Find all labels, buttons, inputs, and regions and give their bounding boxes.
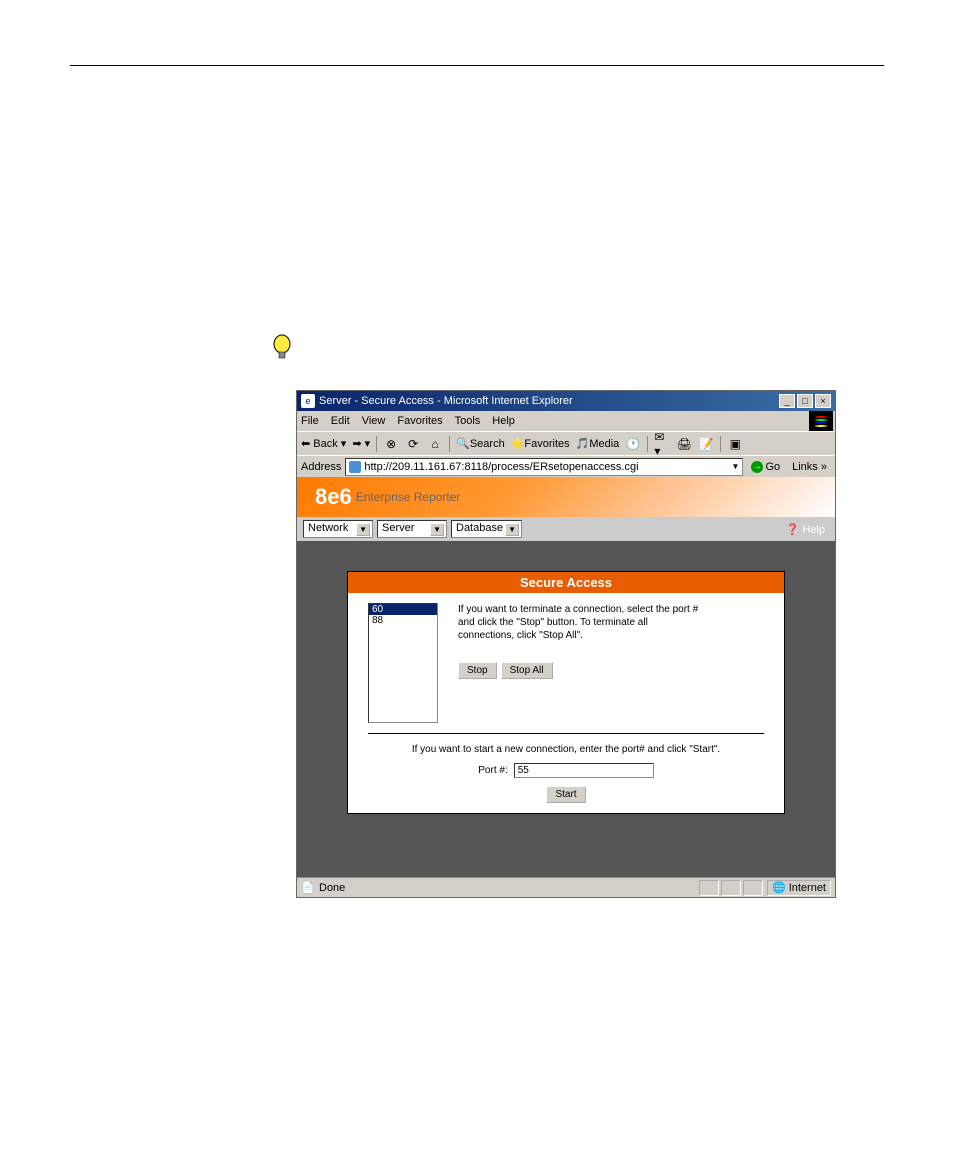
help-link[interactable]: ❓ Help <box>786 523 825 536</box>
secure-access-panel: Secure Access 60 88 If you want to termi… <box>347 571 785 814</box>
search-button[interactable]: 🔍Search <box>456 437 505 450</box>
content-area: 8e6 Enterprise Reporter Network Server D… <box>297 477 835 877</box>
database-dropdown[interactable]: Database <box>451 520 522 538</box>
back-button[interactable]: ⬅ Back ▾ <box>301 437 346 450</box>
start-button[interactable]: Start <box>546 786 585 803</box>
edit-icon[interactable]: 📝 <box>698 436 714 452</box>
menu-favorites[interactable]: Favorites <box>397 415 442 427</box>
tip-lightbulb-icon <box>270 334 294 362</box>
print-icon[interactable]: 🖨 <box>676 436 692 452</box>
close-button[interactable]: × <box>815 394 831 408</box>
logo: 8e6 <box>315 484 352 510</box>
panel-title: Secure Access <box>348 572 784 593</box>
stop-all-button[interactable]: Stop All <box>501 662 553 679</box>
menu-view[interactable]: View <box>362 415 386 427</box>
maximize-button[interactable]: □ <box>797 394 813 408</box>
zone-indicator: 🌐 Internet <box>767 880 831 896</box>
list-item[interactable]: 88 <box>369 615 437 626</box>
home-icon[interactable]: ⌂ <box>427 436 443 452</box>
refresh-icon[interactable]: ⟳ <box>405 436 421 452</box>
header-banner: 8e6 Enterprise Reporter <box>297 477 835 517</box>
logo-subtitle: Enterprise Reporter <box>356 490 461 504</box>
history-icon[interactable]: 🕐 <box>625 436 641 452</box>
address-label: Address <box>301 461 341 473</box>
panel-instructions: If you want to terminate a connection, s… <box>458 603 764 679</box>
page-icon <box>349 461 361 473</box>
discuss-icon[interactable]: ▣ <box>727 436 743 452</box>
menu-tools[interactable]: Tools <box>455 415 481 427</box>
port-label: Port #: <box>478 765 507 776</box>
address-bar: Address http://209.11.161.67:8118/proces… <box>297 455 835 477</box>
favorites-button[interactable]: ⭐Favorites <box>511 437 570 450</box>
menu-bar: File Edit View Favorites Tools Help <box>297 411 835 431</box>
forward-button[interactable]: ➡ ▾ <box>352 437 370 450</box>
menu-edit[interactable]: Edit <box>331 415 350 427</box>
links-button[interactable]: Links » <box>788 461 831 473</box>
title-bar: e Server - Secure Access - Microsoft Int… <box>297 391 835 411</box>
stop-icon[interactable]: ⊗ <box>383 436 399 452</box>
go-button[interactable]: → Go <box>747 461 784 473</box>
start-instruction: If you want to start a new connection, e… <box>368 744 764 755</box>
menu-help[interactable]: Help <box>492 415 515 427</box>
toolbar: ⬅ Back ▾ ➡ ▾ ⊗ ⟳ ⌂ 🔍Search ⭐Favorites 🎵M… <box>297 431 835 455</box>
browser-window: e Server - Secure Access - Microsoft Int… <box>296 390 836 898</box>
address-input[interactable]: http://209.11.161.67:8118/process/ERseto… <box>345 458 743 476</box>
status-bar: 📄 Done 🌐 Internet <box>297 877 835 897</box>
media-button[interactable]: 🎵Media <box>576 437 620 450</box>
stop-button[interactable]: Stop <box>458 662 497 679</box>
minimize-button[interactable]: _ <box>779 394 795 408</box>
mail-icon[interactable]: ✉▾ <box>654 436 670 452</box>
menu-file[interactable]: File <box>301 415 319 427</box>
port-input[interactable] <box>514 763 654 778</box>
port-listbox[interactable]: 60 88 <box>368 603 438 723</box>
server-dropdown[interactable]: Server <box>377 520 447 538</box>
internet-zone-icon: 🌐 <box>772 881 786 894</box>
page-divider <box>70 65 884 66</box>
ie-icon: e <box>301 394 315 408</box>
list-item[interactable]: 60 <box>369 604 437 615</box>
window-title: Server - Secure Access - Microsoft Inter… <box>319 395 573 407</box>
network-dropdown[interactable]: Network <box>303 520 373 538</box>
status-text: Done <box>319 882 345 894</box>
done-icon: 📄 <box>301 881 315 895</box>
ie-flag-logo <box>809 411 833 431</box>
address-url: http://209.11.161.67:8118/process/ERseto… <box>364 461 638 473</box>
nav-bar: Network Server Database ❓ Help <box>297 517 835 541</box>
